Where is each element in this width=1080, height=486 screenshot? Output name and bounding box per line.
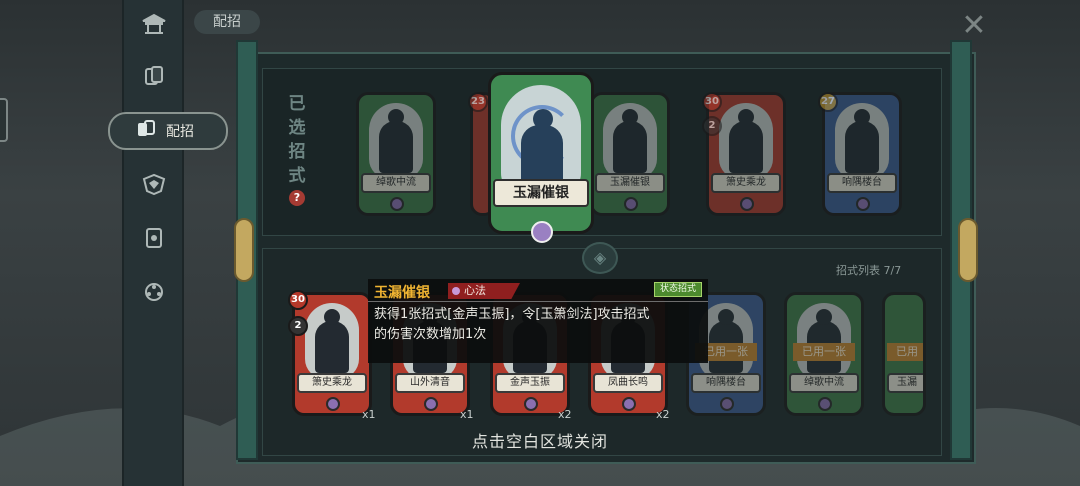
card-name: 箫史乘龙	[297, 373, 367, 393]
sidebar-item-peizhao[interactable]: 配招	[108, 112, 228, 150]
card-name: 金声玉振	[495, 373, 565, 393]
card-hand-icon	[136, 119, 156, 144]
cost-badge: 30	[288, 290, 308, 310]
page-title: 配招	[194, 10, 260, 34]
card-name: 绰歌中流	[789, 373, 859, 393]
tooltip-type-badge: 心法	[448, 283, 520, 299]
card-art	[835, 103, 889, 179]
card-art	[369, 103, 423, 179]
close-icon[interactable]: ✕	[960, 11, 988, 41]
divider-emblem-icon: ◈	[582, 242, 618, 274]
compass-icon[interactable]	[135, 276, 173, 308]
card-art	[603, 103, 657, 179]
help-icon[interactable]: ?	[289, 190, 305, 206]
gem-icon	[390, 197, 404, 211]
gem-icon	[624, 197, 638, 211]
selected-card[interactable]: 绰歌中流	[356, 92, 436, 216]
selected-moves-label: 已 选 招 式 ?	[280, 92, 314, 212]
tooltip-divider	[368, 301, 708, 302]
gem-icon	[524, 397, 538, 411]
count-badge: 2	[288, 316, 308, 336]
list-card[interactable]: 已用 玉漏	[882, 292, 926, 416]
scroll-knob-right	[958, 218, 978, 282]
list-card[interactable]: 已用一张 绰歌中流	[784, 292, 864, 416]
card-icon[interactable]	[135, 222, 173, 254]
card-name: 绰歌中流	[361, 173, 431, 193]
cost-badge: 27	[818, 92, 838, 112]
sidebar	[122, 0, 184, 486]
tooltip-status-tag: 状态招式	[654, 282, 702, 297]
sidebar-item-label: 配招	[166, 124, 194, 140]
quantity: x1	[362, 408, 376, 421]
quantity: x2	[558, 408, 572, 421]
move-list-count: 招式列表 7/7	[836, 264, 902, 277]
gem-icon	[424, 397, 438, 411]
quantity: x1	[460, 408, 474, 421]
gem-icon	[856, 197, 870, 211]
card-name: 玉漏	[887, 373, 923, 393]
card-name: 玉漏催银	[595, 173, 665, 193]
gem-icon	[326, 397, 340, 411]
gem-icon	[531, 221, 553, 243]
used-tag: 已用	[887, 343, 923, 361]
label-char: 招	[288, 142, 306, 162]
back-tab[interactable]	[0, 98, 8, 142]
featured-card[interactable]: 玉漏催银	[488, 72, 594, 243]
pavilion-icon[interactable]	[135, 8, 173, 40]
card-art	[797, 303, 851, 379]
list-card[interactable]: 箫史乘龙	[292, 292, 372, 416]
card-name: 山外清音	[395, 373, 465, 393]
label-char: 选	[288, 118, 306, 138]
card-name: 箫史乘龙	[711, 173, 781, 193]
scroll-knob-left	[234, 218, 254, 282]
move-tooltip: 玉漏催银 心法 状态招式 获得1张招式[金声玉振]，令[玉箫剑法]攻击招式 的伤…	[368, 279, 708, 363]
selected-card[interactable]: 箫史乘龙	[706, 92, 786, 216]
close-hint[interactable]: 点击空白区域关闭	[430, 428, 650, 452]
crest-icon[interactable]	[135, 168, 173, 200]
selected-card[interactable]: 响隅楼台	[822, 92, 902, 216]
gem-icon	[622, 397, 636, 411]
card-name: 凤曲长鸣	[593, 373, 663, 393]
card-name: 响隅楼台	[827, 173, 897, 193]
card-art	[719, 103, 773, 179]
card-name: 响隅楼台	[691, 373, 761, 393]
tooltip-desc-line: 获得1张招式[金声玉振]，令[玉箫剑法]攻击招式	[374, 307, 650, 322]
gem-icon	[818, 397, 832, 411]
quantity: x2	[656, 408, 670, 421]
tooltip-title: 玉漏催银	[374, 285, 430, 301]
cost-badge: 30	[702, 92, 722, 112]
tooltip-desc-line: 的伤害次数增加1次	[374, 327, 487, 342]
gem-icon	[740, 197, 754, 211]
card-name: 玉漏催银	[493, 179, 589, 207]
label-char: 式	[288, 166, 306, 186]
count-badge: 2	[702, 116, 722, 136]
used-tag: 已用一张	[793, 343, 855, 361]
selected-card[interactable]: 玉漏催银	[590, 92, 670, 216]
cost-badge: 23	[468, 92, 488, 112]
label-char: 已	[288, 94, 306, 114]
gem-icon	[720, 397, 734, 411]
tooltip-description: 获得1张招式[金声玉振]，令[玉箫剑法]攻击招式 的伤害次数增加1次	[374, 305, 704, 345]
cards-icon[interactable]	[135, 60, 173, 92]
card-art	[305, 303, 359, 379]
